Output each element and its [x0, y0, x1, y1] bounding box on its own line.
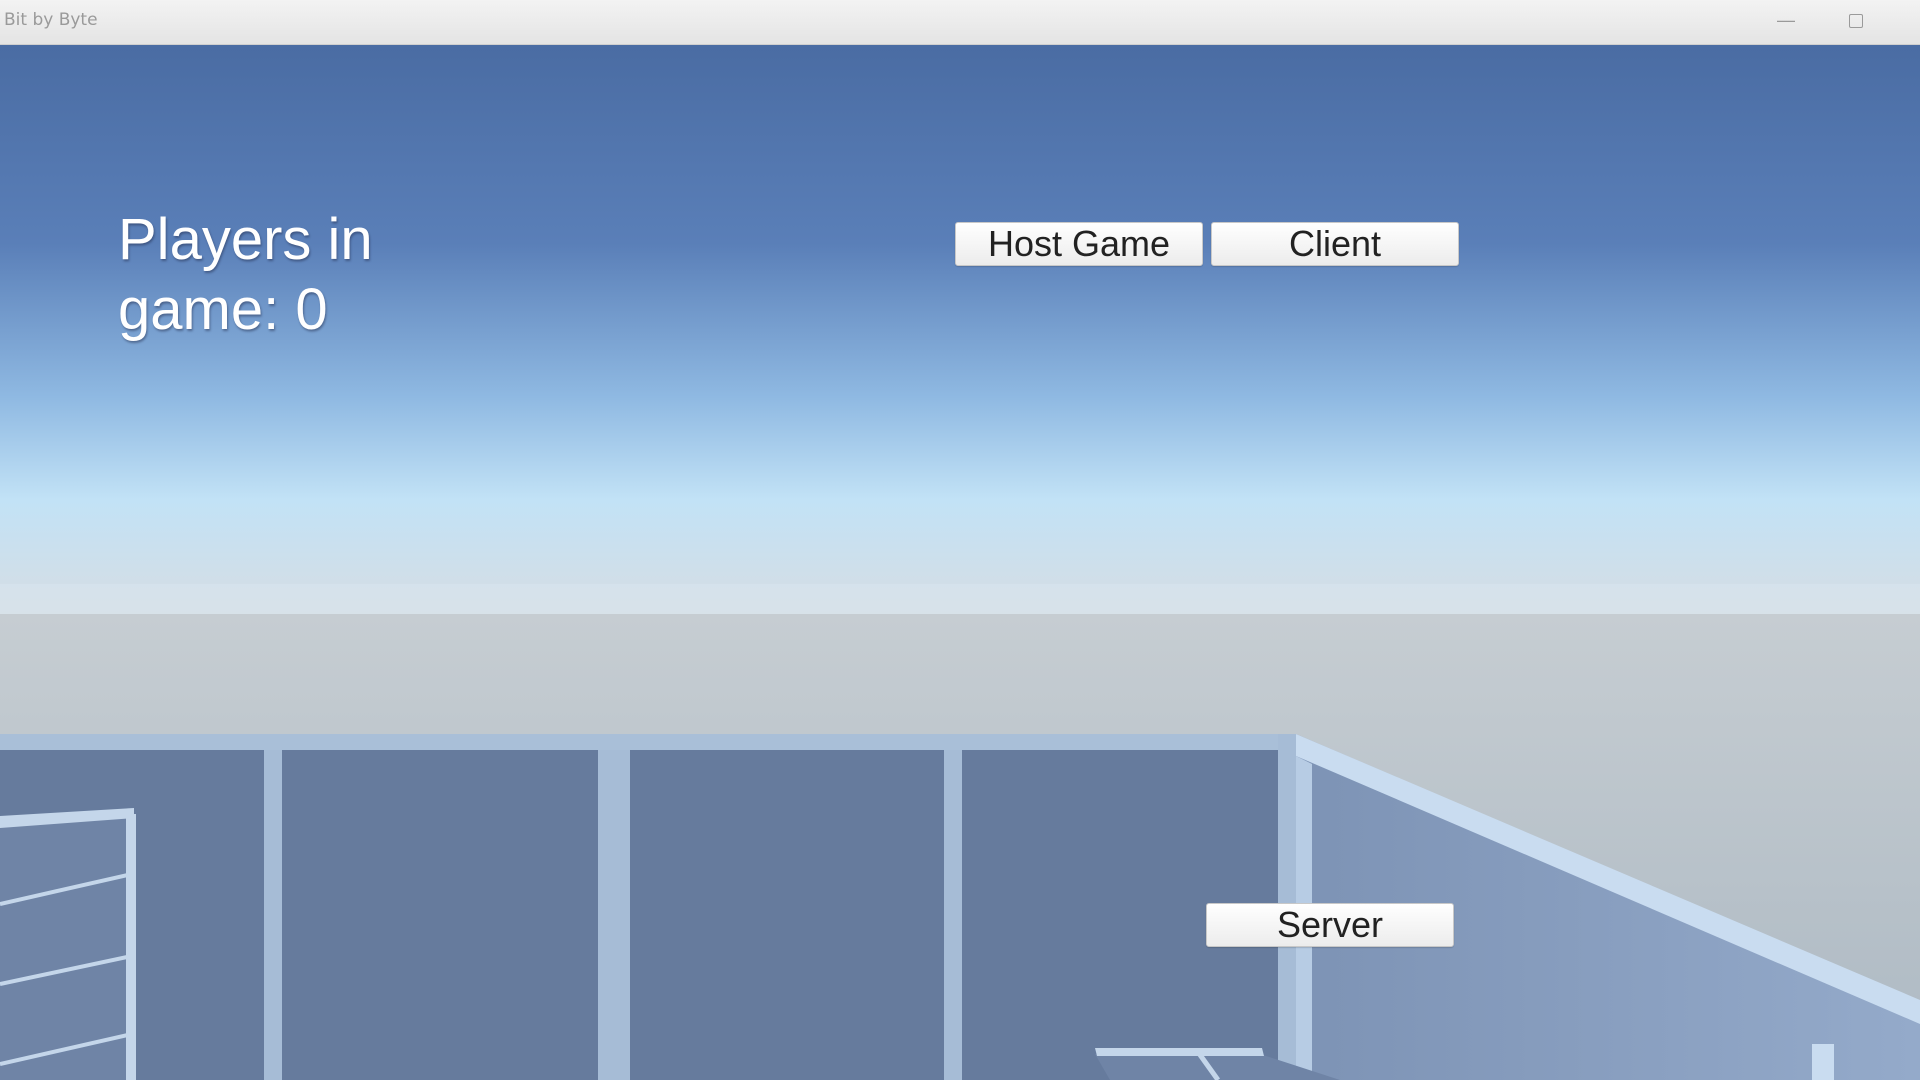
wall-post-2 [598, 750, 630, 1080]
game-viewport [0, 44, 1920, 1080]
bench-top-edge [1095, 1048, 1264, 1056]
maximize-button[interactable] [1826, 6, 1886, 34]
wall-top-rail [0, 734, 1295, 750]
minimize-button[interactable]: — [1756, 6, 1816, 34]
wall-panel-2 [282, 750, 598, 1080]
wall-post-1 [264, 750, 282, 1080]
players-in-game-label: Players in game: 0 [118, 207, 373, 342]
wall-panel-3 [630, 750, 944, 1080]
server-button[interactable]: Server [1206, 903, 1454, 947]
window-title: Bit by Byte [4, 10, 98, 30]
wall-post-3 [944, 750, 962, 1080]
minimize-icon: — [1777, 10, 1795, 30]
side-wall-post [1812, 1044, 1834, 1080]
maximize-icon [1849, 14, 1863, 29]
left-shelf-edge [126, 814, 136, 1080]
window-titlebar: Bit by Byte — [0, 0, 1920, 45]
client-button[interactable]: Client [1211, 222, 1459, 266]
host-game-button[interactable]: Host Game [955, 222, 1203, 266]
